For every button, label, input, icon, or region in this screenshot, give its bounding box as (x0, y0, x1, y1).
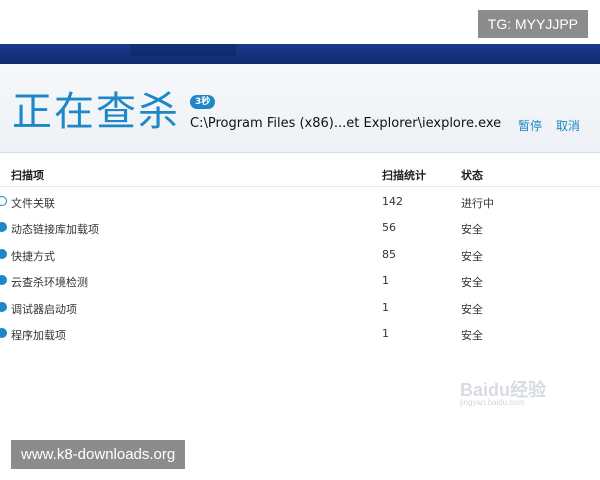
row-status: 安全 (461, 223, 483, 236)
row-count: 85 (382, 248, 396, 261)
check-icon (0, 275, 7, 285)
current-scan-path: C:\Program Files (x86)...et Explorer\iex… (190, 116, 502, 131)
check-icon (0, 249, 7, 259)
table-row: 云查杀环境检测 1 安全 (0, 267, 600, 293)
table-row: 文件关联 142 进行中 (0, 188, 600, 214)
top-nav-bar (0, 44, 600, 64)
row-count: 142 (382, 195, 403, 208)
row-item: 文件关联 (11, 197, 55, 210)
elapsed-time-badge: 3秒 (190, 95, 216, 109)
row-item: 快捷方式 (11, 250, 55, 263)
nav-tab-2[interactable] (130, 44, 236, 56)
row-status: 安全 (461, 329, 483, 342)
row-status: 安全 (461, 276, 483, 289)
top-watermark: TG: MYYJJPP (477, 10, 588, 38)
page-title: 正在查杀 (12, 89, 180, 135)
bottom-watermark: www.k8-downloads.org (11, 440, 186, 469)
row-item: 动态链接库加载项 (11, 223, 99, 236)
cancel-button[interactable]: 取消 (556, 117, 580, 134)
row-item: 程序加载项 (11, 329, 66, 342)
column-header-count: 扫描统计 (382, 169, 426, 182)
table-row: 调试器启动项 1 安全 (0, 294, 600, 320)
row-status: 进行中 (461, 197, 494, 210)
row-count: 1 (382, 327, 389, 340)
table-row: 程序加载项 1 安全 (0, 320, 600, 346)
nav-tab-1[interactable] (36, 44, 106, 56)
row-status: 安全 (461, 303, 483, 316)
table-row: 快捷方式 85 安全 (0, 241, 600, 267)
row-item: 调试器启动项 (11, 303, 77, 316)
table-row: 动态链接库加载项 56 安全 (0, 214, 600, 240)
row-count: 56 (382, 221, 396, 234)
row-count: 1 (382, 301, 389, 314)
check-icon (0, 328, 7, 338)
baidu-url-text: jingyan.baidu.com (460, 398, 525, 407)
check-icon (0, 222, 7, 232)
check-icon (0, 302, 7, 312)
row-item: 云查杀环境检测 (11, 276, 88, 289)
row-status: 安全 (461, 250, 483, 263)
spinner-icon (0, 196, 7, 206)
row-count: 1 (382, 274, 389, 287)
column-header-item: 扫描项 (11, 169, 44, 182)
column-header-status: 状态 (461, 169, 483, 182)
pause-button[interactable]: 暂停 (518, 117, 542, 134)
table-header: 扫描项 扫描统计 状态 (0, 160, 600, 187)
baidu-jingyan-watermark: Baidu经验 jingyan.baidu.com (460, 372, 570, 408)
